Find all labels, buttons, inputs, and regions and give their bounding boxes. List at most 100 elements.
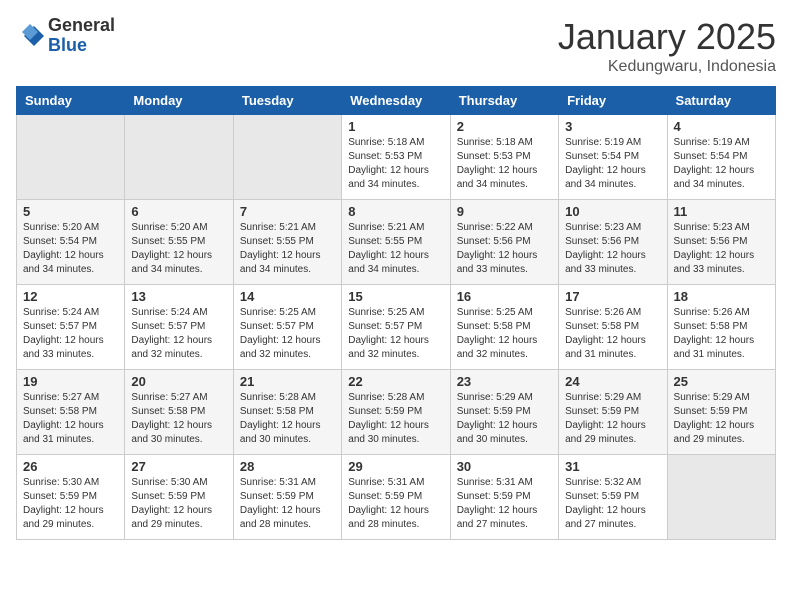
week-row-3: 12 Sunrise: 5:24 AM Sunset: 5:57 PM Dayli… [17,285,776,370]
day-info: Sunrise: 5:26 AM Sunset: 5:58 PM Dayligh… [565,306,660,362]
week-row-2: 5 Sunrise: 5:20 AM Sunset: 5:54 PM Daylig… [17,200,776,285]
day-number: 14 [240,289,335,304]
day-info: Sunrise: 5:21 AM Sunset: 5:55 PM Dayligh… [348,221,443,277]
day-number: 15 [348,289,443,304]
day-number: 23 [457,374,552,389]
day-cell: 28 Sunrise: 5:31 AM Sunset: 5:59 PM Dayli… [233,455,341,540]
day-cell: 24Sunrise: 5:29 AM Sunset: 5:59 PM Dayli… [559,370,667,455]
week-row-5: 26 Sunrise: 5:30 AM Sunset: 5:59 PM Dayli… [17,455,776,540]
day-info: Sunrise: 5:27 AM Sunset: 5:58 PM Dayligh… [23,391,118,447]
day-info: Sunrise: 5:24 AM Sunset: 5:57 PM Dayligh… [23,306,118,362]
day-number: 3 [565,119,660,134]
day-cell: 22Sunrise: 5:28 AM Sunset: 5:59 PM Dayli… [342,370,450,455]
day-info: Sunrise: 5:29 AM Sunset: 5:59 PM Dayligh… [565,391,660,447]
title-block: January 2025 Kedungwaru, Indonesia [558,16,776,76]
day-number: 1 [348,119,443,134]
day-number: 31 [565,459,660,474]
day-cell: 21 Sunrise: 5:28 AM Sunset: 5:58 PM Dayli… [233,370,341,455]
day-cell: 3 Sunrise: 5:19 AM Sunset: 5:54 PM Daylig… [559,115,667,200]
day-cell: 1 Sunrise: 5:18 AM Sunset: 5:53 PM Daylig… [342,115,450,200]
day-cell: 5 Sunrise: 5:20 AM Sunset: 5:54 PM Daylig… [17,200,125,285]
day-number: 16 [457,289,552,304]
day-cell: 30Sunrise: 5:31 AM Sunset: 5:59 PM Dayli… [450,455,558,540]
day-number: 17 [565,289,660,304]
weekday-header-thursday: Thursday [450,87,558,115]
weekday-header-sunday: Sunday [17,87,125,115]
day-info: Sunrise: 5:21 AM Sunset: 5:55 PM Dayligh… [240,221,335,277]
logo-blue-text: Blue [48,35,87,55]
day-info: Sunrise: 5:30 AM Sunset: 5:59 PM Dayligh… [23,476,118,532]
day-info: Sunrise: 5:23 AM Sunset: 5:56 PM Dayligh… [674,221,769,277]
day-cell: 14Sunrise: 5:25 AM Sunset: 5:57 PM Dayli… [233,285,341,370]
page-header: General Blue January 2025 Kedungwaru, In… [16,16,776,76]
week-row-1: 1 Sunrise: 5:18 AM Sunset: 5:53 PM Daylig… [17,115,776,200]
day-cell: 10 Sunrise: 5:23 AM Sunset: 5:56 PM Dayli… [559,200,667,285]
day-info: Sunrise: 5:31 AM Sunset: 5:59 PM Dayligh… [240,476,335,532]
day-info: Sunrise: 5:27 AM Sunset: 5:58 PM Dayligh… [131,391,226,447]
day-number: 26 [23,459,118,474]
day-number: 21 [240,374,335,389]
day-cell: 26 Sunrise: 5:30 AM Sunset: 5:59 PM Dayli… [17,455,125,540]
day-number: 4 [674,119,769,134]
day-info: Sunrise: 5:32 AM Sunset: 5:59 PM Dayligh… [565,476,660,532]
day-info: Sunrise: 5:19 AM Sunset: 5:54 PM Dayligh… [674,136,769,192]
day-info: Sunrise: 5:20 AM Sunset: 5:55 PM Dayligh… [131,221,226,277]
day-number: 5 [23,204,118,219]
weekday-header-wednesday: Wednesday [342,87,450,115]
day-cell: 11 Sunrise: 5:23 AM Sunset: 5:56 PM Dayli… [667,200,775,285]
day-info: Sunrise: 5:28 AM Sunset: 5:58 PM Dayligh… [240,391,335,447]
day-number: 25 [674,374,769,389]
day-cell: 7 Sunrise: 5:21 AM Sunset: 5:55 PM Daylig… [233,200,341,285]
day-cell: 29Sunrise: 5:31 AM Sunset: 5:59 PM Dayli… [342,455,450,540]
day-cell: 6 Sunrise: 5:20 AM Sunset: 5:55 PM Daylig… [125,200,233,285]
weekday-header-tuesday: Tuesday [233,87,341,115]
day-cell: 12 Sunrise: 5:24 AM Sunset: 5:57 PM Dayli… [17,285,125,370]
day-cell [667,455,775,540]
day-cell [125,115,233,200]
day-cell: 16Sunrise: 5:25 AM Sunset: 5:58 PM Dayli… [450,285,558,370]
day-cell [233,115,341,200]
day-cell: 2 Sunrise: 5:18 AM Sunset: 5:53 PM Daylig… [450,115,558,200]
day-info: Sunrise: 5:22 AM Sunset: 5:56 PM Dayligh… [457,221,552,277]
day-cell [17,115,125,200]
day-number: 12 [23,289,118,304]
day-info: Sunrise: 5:20 AM Sunset: 5:54 PM Dayligh… [23,221,118,277]
day-number: 27 [131,459,226,474]
day-number: 2 [457,119,552,134]
day-info: Sunrise: 5:19 AM Sunset: 5:54 PM Dayligh… [565,136,660,192]
day-cell: 8 Sunrise: 5:21 AM Sunset: 5:55 PM Daylig… [342,200,450,285]
day-info: Sunrise: 5:23 AM Sunset: 5:56 PM Dayligh… [565,221,660,277]
day-number: 28 [240,459,335,474]
day-info: Sunrise: 5:29 AM Sunset: 5:59 PM Dayligh… [457,391,552,447]
day-cell: 4 Sunrise: 5:19 AM Sunset: 5:54 PM Daylig… [667,115,775,200]
day-cell: 15 Sunrise: 5:25 AM Sunset: 5:57 PM Dayli… [342,285,450,370]
month-title: January 2025 [558,16,776,58]
day-number: 20 [131,374,226,389]
logo-general-text: General [48,15,115,35]
day-cell: 9 Sunrise: 5:22 AM Sunset: 5:56 PM Daylig… [450,200,558,285]
day-cell: 13Sunrise: 5:24 AM Sunset: 5:57 PM Dayli… [125,285,233,370]
day-number: 29 [348,459,443,474]
day-info: Sunrise: 5:18 AM Sunset: 5:53 PM Dayligh… [457,136,552,192]
day-info: Sunrise: 5:24 AM Sunset: 5:57 PM Dayligh… [131,306,226,362]
day-number: 19 [23,374,118,389]
day-info: Sunrise: 5:18 AM Sunset: 5:53 PM Dayligh… [348,136,443,192]
day-number: 8 [348,204,443,219]
day-cell: 25 Sunrise: 5:29 AM Sunset: 5:59 PM Dayli… [667,370,775,455]
week-row-4: 19 Sunrise: 5:27 AM Sunset: 5:58 PM Dayli… [17,370,776,455]
location-subtitle: Kedungwaru, Indonesia [558,58,776,76]
day-cell: 19 Sunrise: 5:27 AM Sunset: 5:58 PM Dayli… [17,370,125,455]
weekday-header-friday: Friday [559,87,667,115]
day-number: 7 [240,204,335,219]
day-info: Sunrise: 5:25 AM Sunset: 5:57 PM Dayligh… [348,306,443,362]
calendar-table: SundayMondayTuesdayWednesdayThursdayFrid… [16,86,776,540]
logo: General Blue [16,16,115,56]
day-cell: 20 Sunrise: 5:27 AM Sunset: 5:58 PM Dayli… [125,370,233,455]
day-info: Sunrise: 5:30 AM Sunset: 5:59 PM Dayligh… [131,476,226,532]
day-number: 10 [565,204,660,219]
day-info: Sunrise: 5:29 AM Sunset: 5:59 PM Dayligh… [674,391,769,447]
day-number: 6 [131,204,226,219]
day-number: 11 [674,204,769,219]
logo-icon [16,22,44,50]
day-number: 9 [457,204,552,219]
